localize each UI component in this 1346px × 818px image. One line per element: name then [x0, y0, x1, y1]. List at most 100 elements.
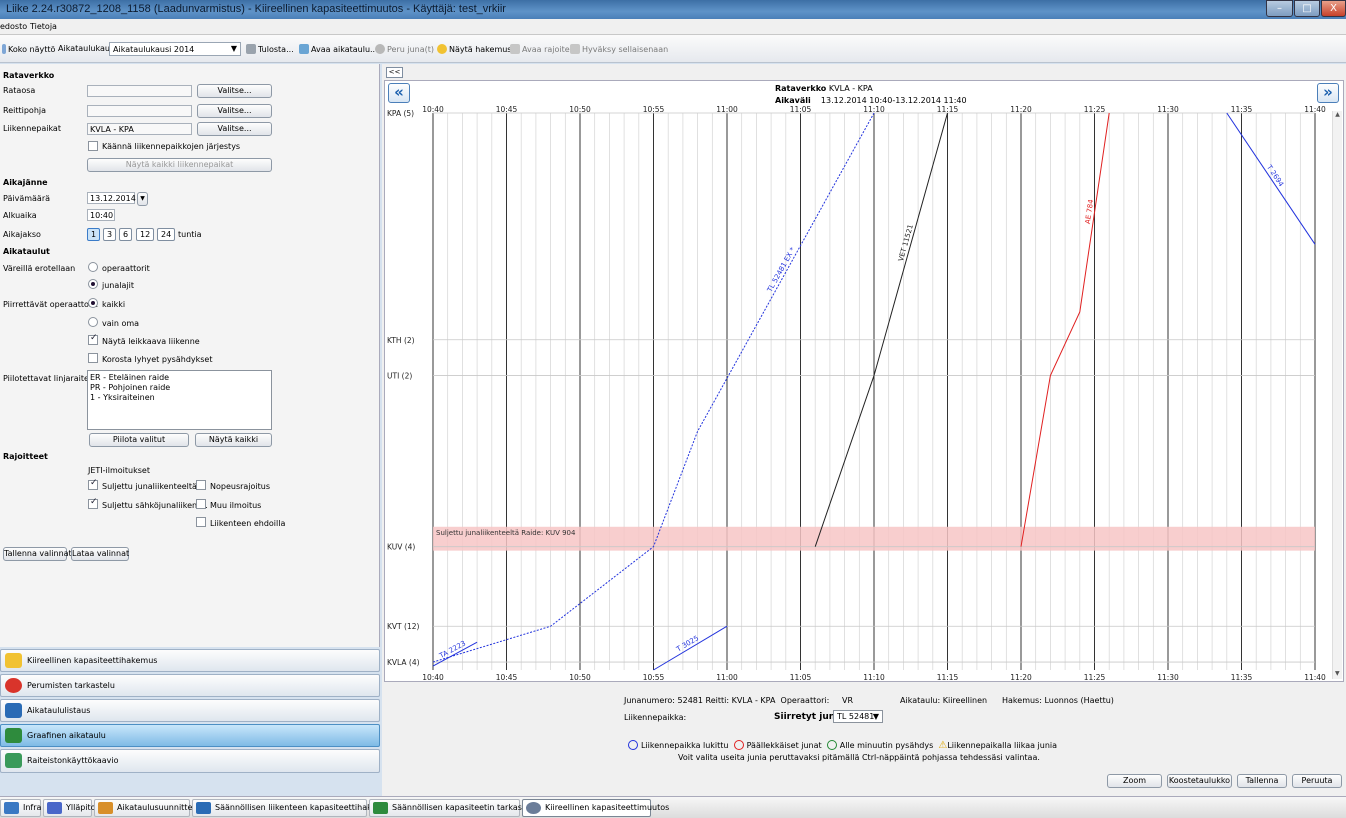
colors-label: Väreillä erotellaan — [3, 264, 76, 273]
rataverkko-header: Rataverkko — [3, 71, 55, 80]
period-24-toggle[interactable]: 24 — [157, 228, 176, 241]
close-button[interactable]: X — [1321, 0, 1346, 17]
list-item[interactable]: 1 - Yksiraiteinen — [90, 393, 269, 403]
closed-train-checkbox[interactable] — [88, 478, 98, 490]
time-distance-chart[interactable]: Suljettu junaliikenteeltä Raide: KUV 904… — [385, 105, 1343, 681]
choose-reittipohja-button[interactable]: Valitse... — [197, 104, 272, 118]
reittipohja-field[interactable] — [87, 105, 192, 117]
selection-hint: Voit valita useita junia peruttavaksi pi… — [678, 753, 1040, 762]
traffic-conditions-checkbox[interactable] — [196, 517, 206, 527]
x-tick-label-top: 11:25 — [1084, 105, 1106, 114]
load-selections-button[interactable]: Lataa valinnat — [71, 547, 129, 561]
route-label: Reitti: — [705, 696, 730, 705]
minimize-button[interactable]: – — [1266, 0, 1293, 17]
application-icon — [5, 653, 22, 668]
drawn-all-radio[interactable] — [88, 298, 98, 308]
book-icon — [5, 703, 22, 718]
chevron-down-icon: ▼ — [140, 195, 145, 202]
menu-file[interactable]: edosto — [0, 22, 27, 31]
open-timetable-button[interactable]: Avaa aikataulu... — [299, 44, 378, 54]
liikennepaikat-field[interactable]: KVLA - KPA — [87, 123, 192, 135]
train-info: Junanumero: 52481 Reitti: KVLA - KPA Ope… — [624, 696, 853, 705]
show-all-places-button[interactable]: Näytä kaikki liikennepaikat — [87, 158, 272, 172]
start-time-field[interactable]: 10:40 — [87, 209, 115, 221]
toolbar: Koko näyttö Aikataulukausi Aikataulukaus… — [0, 35, 1346, 63]
task-infra[interactable]: Infra — [0, 799, 41, 817]
nav-label: Raiteistonkäyttökaavio — [27, 756, 119, 765]
rataosa-label: Rataosa — [3, 86, 36, 95]
choose-rataosa-button[interactable]: Valitse... — [197, 84, 272, 98]
fullscreen-button[interactable]: Koko näyttö — [2, 44, 55, 54]
highlight-stops-label: Korosta lyhyet pysähdykset — [102, 355, 213, 364]
x-tick-label-bottom: 11:20 — [1010, 673, 1032, 681]
menu-info[interactable]: Tietoja — [30, 22, 57, 31]
nav-track-usage-chart[interactable]: Raiteistonkäyttökaavio — [0, 749, 380, 773]
task-regular-capacity-review[interactable]: Säännöllisen kapasiteetin tarkastelu — [369, 799, 537, 817]
nav-urgent-capacity-application[interactable]: Kiireellinen kapasiteettihakemus — [0, 649, 380, 672]
period-3-toggle[interactable]: 3 — [103, 228, 117, 241]
nav-timetable-list[interactable]: Aikataululistaus — [0, 699, 380, 722]
x-tick-label-bottom: 11:05 — [790, 673, 812, 681]
task-urgent-capacity-change[interactable]: Kiireellinen kapasiteettimuutos — [522, 799, 669, 817]
moved-trains-select[interactable]: TL 52481 ▼ — [833, 710, 883, 723]
drawn-own-radio[interactable] — [88, 317, 98, 327]
save-selections-button[interactable]: Tallenna valinnat — [3, 547, 72, 561]
period-12-toggle[interactable]: 12 — [136, 228, 155, 241]
colors-operators-radio[interactable] — [88, 262, 98, 272]
reverse-order-checkbox[interactable] — [88, 141, 98, 151]
colors-trainclass-radio[interactable] — [88, 279, 98, 289]
accept-as-is-button[interactable]: Hyväksy sellaisenaan — [570, 44, 668, 54]
show-application-button[interactable]: Näytä hakemus — [437, 44, 511, 54]
highlight-stops-checkbox[interactable] — [88, 353, 98, 363]
date-field[interactable]: 13.12.2014 — [87, 192, 136, 204]
summary-table-button[interactable]: Koostetaulukko — [1167, 774, 1232, 788]
maximize-button[interactable]: □ — [1294, 0, 1320, 17]
prev-period-button[interactable]: « — [388, 83, 410, 103]
hidden-tracks-list[interactable]: ER - Eteläinen raide PR - Pohjoinen raid… — [87, 370, 272, 430]
cancel-button[interactable]: Peruuta — [1292, 774, 1342, 788]
vertical-scrollbar[interactable]: ▲ ▼ — [1332, 111, 1342, 679]
open-restrictions-button[interactable]: Avaa rajoite — [510, 44, 570, 54]
open-timetable-label: Avaa aikataulu... — [311, 45, 378, 54]
speed-restriction-checkbox[interactable] — [196, 480, 206, 490]
nav-graphical-timetable[interactable]: Graafinen aikataulu — [0, 724, 380, 747]
period-6-toggle[interactable]: 6 — [119, 228, 133, 241]
other-notice-checkbox[interactable] — [196, 499, 206, 509]
jeti-label: JETI-ilmoitukset — [88, 466, 150, 475]
next-period-button[interactable]: » — [1317, 83, 1339, 103]
task-label: Säännöllisen kapasiteetin tarkastelu — [392, 803, 538, 812]
double-chevron-left-icon: « — [394, 83, 404, 101]
reverse-order-label: Käännä liikennepaikkojen järjestys — [102, 142, 241, 151]
x-tick-label-bottom: 10:45 — [496, 673, 518, 681]
zoom-button[interactable]: Zoom — [1107, 774, 1162, 788]
show-all-tracks-button[interactable]: Näytä kaikki — [195, 433, 272, 447]
x-tick-label-bottom: 10:55 — [643, 673, 665, 681]
graph-icon — [373, 802, 388, 814]
x-tick-label-bottom: 10:50 — [569, 673, 591, 681]
hide-selected-button[interactable]: Piilota valitut — [89, 433, 189, 447]
nav-cancellations[interactable]: Perumisten tarkastelu — [0, 674, 380, 697]
choose-liikennepaikat-button[interactable]: Valitse... — [197, 122, 272, 136]
scroll-down-icon: ▼ — [1335, 670, 1340, 677]
save-button[interactable]: Tallenna — [1237, 774, 1287, 788]
task-regular-capacity-application[interactable]: Säännöllisen liikenteen kapasiteettihake… — [192, 799, 393, 817]
calendar-dropdown-button[interactable]: ▼ — [137, 192, 148, 206]
closed-electric-checkbox[interactable] — [88, 497, 98, 509]
rataosa-field[interactable] — [87, 85, 192, 97]
show-cutting-checkbox[interactable] — [88, 333, 98, 345]
drawn-ops-label: Piirrettävät operaattorit — [3, 300, 98, 309]
cancel-train-button[interactable]: Peru juna(t) — [375, 44, 434, 54]
list-item[interactable]: ER - Eteläinen raide — [90, 373, 269, 383]
collapse-panel-button[interactable]: << — [386, 67, 403, 78]
timetable-period-select[interactable]: Aikataulukausi 2014 ▼ — [109, 42, 241, 56]
task-timetable-planning[interactable]: Aikataulusuunnittelu — [94, 799, 200, 817]
task-maintenance[interactable]: Ylläpito — [43, 799, 96, 817]
x-tick-label-bottom: 10:40 — [422, 673, 444, 681]
list-item[interactable]: PR - Pohjoinen raide — [90, 383, 269, 393]
print-button[interactable]: Tulosta... — [246, 44, 294, 54]
infra-icon — [4, 802, 19, 814]
chart-area: « » Rataverkko KVLA - KPA Aikaväli 13.12… — [384, 80, 1344, 682]
period-1-toggle[interactable]: 1 — [87, 228, 101, 241]
nav-label: Perumisten tarkastelu — [27, 681, 115, 690]
station-label: KVLA (4) — [387, 658, 420, 667]
